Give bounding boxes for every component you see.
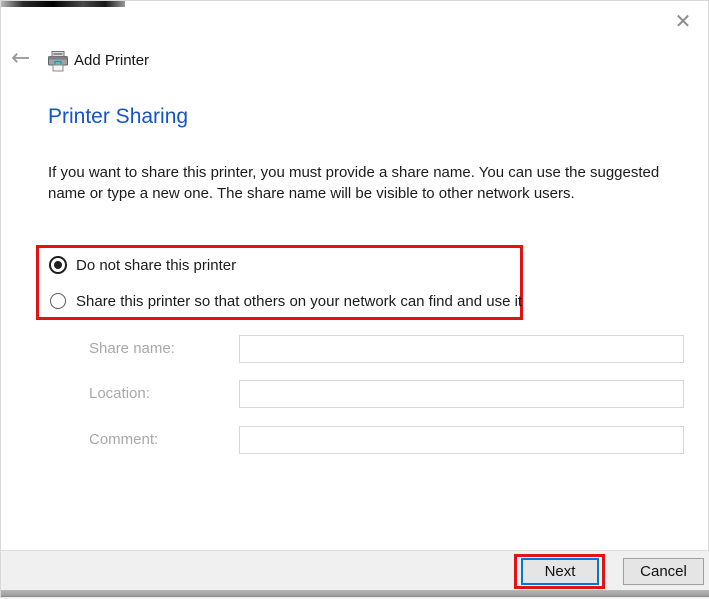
description-line-1: If you want to share this printer, you m… (48, 164, 660, 181)
radio-unselected-icon[interactable] (50, 293, 66, 309)
radio-do-not-share[interactable]: Do not share this printer (49, 256, 236, 274)
window-bottom-edge (1, 590, 709, 597)
description-line-2: name or type a new one. The share name w… (48, 185, 575, 202)
comment-label: Comment: (89, 431, 159, 448)
radio-share-printer[interactable]: Share this printer so that others on you… (49, 292, 522, 310)
next-button[interactable]: Next (521, 558, 599, 585)
close-icon: ✕ (674, 9, 692, 33)
close-button[interactable]: ✕ (665, 5, 701, 37)
printer-icon (47, 51, 69, 72)
location-input (239, 380, 684, 408)
page-title: Printer Sharing (48, 105, 189, 128)
background-window-fragment (1, 1, 125, 7)
back-button[interactable]: ← (11, 45, 30, 71)
share-name-input (239, 335, 684, 363)
share-name-label: Share name: (89, 340, 175, 357)
wizard-title: Add Printer (74, 52, 150, 69)
back-arrow-icon: ← (11, 45, 31, 71)
comment-input (239, 426, 684, 454)
location-label: Location: (89, 385, 150, 402)
description-text: If you want to share this printer, you m… (48, 162, 659, 204)
radio-do-not-share-label: Do not share this printer (76, 256, 237, 274)
cancel-button[interactable]: Cancel (623, 558, 704, 585)
add-printer-wizard-window: ✕ ← Add Printer Printer Sharing If you w… (0, 0, 709, 599)
radio-share-printer-label: Share this printer so that others on you… (76, 292, 523, 310)
radio-selected-icon[interactable] (49, 256, 67, 274)
